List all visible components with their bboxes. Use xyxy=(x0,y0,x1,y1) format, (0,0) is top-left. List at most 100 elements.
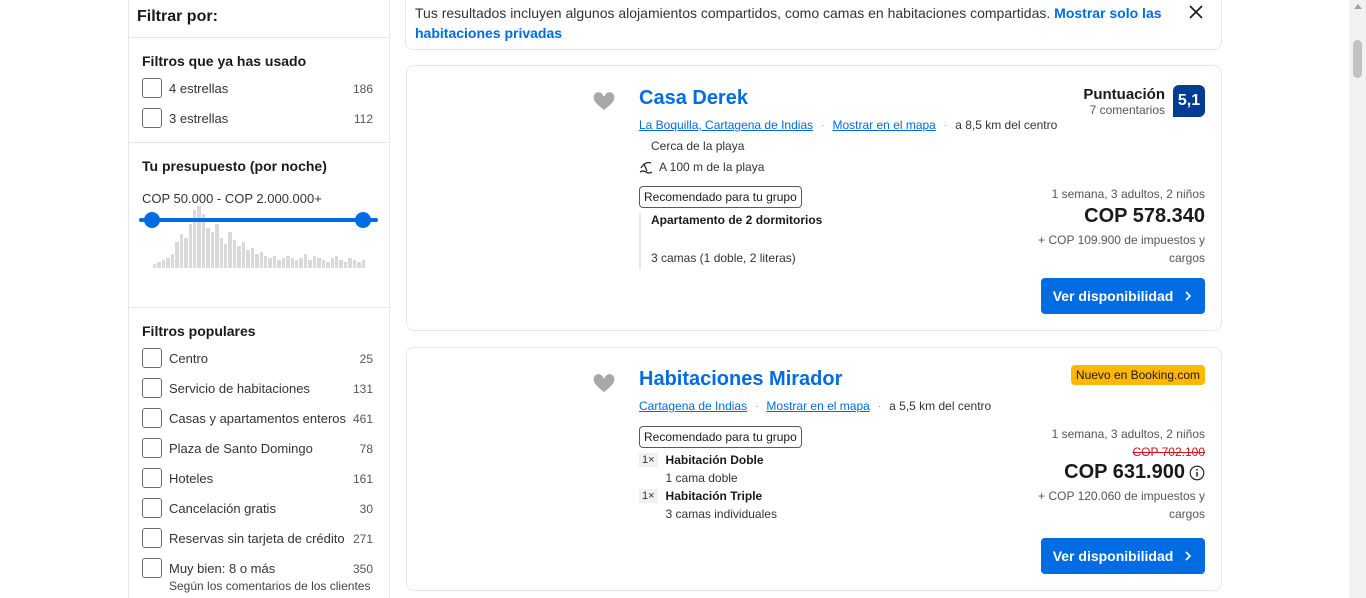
histogram-bar xyxy=(206,228,210,268)
separator: · xyxy=(943,119,948,131)
show-on-map-link[interactable]: Mostrar en el mapa xyxy=(766,399,869,413)
info-icon[interactable] xyxy=(1189,465,1205,481)
filter-room-service[interactable]: Servicio de habitaciones 131 xyxy=(142,373,376,403)
histogram-bar xyxy=(326,262,330,268)
show-on-map-link[interactable]: Mostrar en el mapa xyxy=(832,118,935,132)
stay-details: 1 semana, 3 adultos, 2 niños xyxy=(1051,187,1205,201)
price: COP 578.340 xyxy=(1038,205,1205,228)
room-quantity: 1× xyxy=(639,489,658,503)
histogram-bar xyxy=(263,256,268,268)
original-price: COP 702.100 xyxy=(1132,445,1206,459)
histogram-bar xyxy=(259,252,263,268)
filter-4-stars[interactable]: 4 estrellas 186 xyxy=(142,73,376,103)
room-info: Apartamento de 2 dormitorios 3 camas (1 … xyxy=(639,213,822,269)
filter-3-stars[interactable]: 3 estrellas 112 xyxy=(142,103,376,133)
histogram-bar xyxy=(321,260,326,268)
histogram-bar xyxy=(157,262,161,268)
checkbox[interactable] xyxy=(142,468,162,488)
shared-accommodation-notice: Tus resultados incluyen algunos alojamie… xyxy=(405,0,1222,50)
histogram-bar xyxy=(290,258,294,268)
beach-icon xyxy=(639,161,653,174)
separator: · xyxy=(877,400,882,412)
filter-count: 131 xyxy=(352,382,373,396)
price-histogram xyxy=(142,206,376,276)
beach-distance-text: A 100 m de la playa xyxy=(659,160,765,174)
filter-centro[interactable]: Centro 25 xyxy=(142,343,376,373)
filters-title: Filtrar por: xyxy=(129,0,389,38)
filter-label: 4 estrellas xyxy=(169,80,229,96)
price-max-handle[interactable] xyxy=(355,212,371,228)
see-availability-button[interactable]: Ver disponibilidad xyxy=(1041,538,1205,574)
close-icon[interactable] xyxy=(1187,3,1205,21)
review-summary[interactable]: Puntuación 7 comentarios xyxy=(1083,86,1165,117)
popular-filters-heading: Filtros populares xyxy=(142,323,256,339)
histogram-bar xyxy=(184,238,188,268)
filter-entire-homes[interactable]: Casas y apartamentos enteros 461 xyxy=(142,403,376,433)
new-on-booking-badge: Nuevo en Booking.com xyxy=(1070,365,1205,385)
budget-heading: Tu presupuesto (por noche) xyxy=(142,158,327,174)
budget-section: Tu presupuesto (por noche) COP 50.000 - … xyxy=(129,143,389,308)
checkbox[interactable] xyxy=(142,78,162,98)
notice-text: Tus resultados incluyen algunos alojamie… xyxy=(415,5,1051,21)
histogram-bars xyxy=(153,206,365,268)
histogram-bar xyxy=(339,260,343,268)
filter-count: 78 xyxy=(359,442,373,456)
property-title[interactable]: Casa Derek xyxy=(639,87,748,110)
filter-label: Hoteles xyxy=(169,470,214,486)
histogram-bar xyxy=(330,258,334,268)
filter-free-cancellation[interactable]: Cancelación gratis 30 xyxy=(142,493,376,523)
checkbox[interactable] xyxy=(142,378,162,398)
filter-plaza-santo-domingo[interactable]: Plaza de Santo Domingo 78 xyxy=(142,433,376,463)
property-card: Habitaciones Mirador Cartagena de Indias… xyxy=(406,347,1222,591)
filter-count: 461 xyxy=(352,412,373,426)
filter-label: 3 estrellas xyxy=(169,110,229,126)
histogram-bar xyxy=(357,262,361,268)
score-label: Puntuación xyxy=(1083,86,1165,103)
separator: · xyxy=(755,400,759,412)
chevron-right-icon xyxy=(1185,291,1192,301)
histogram-bar xyxy=(197,206,201,268)
filter-count: 161 xyxy=(352,472,373,486)
review-score[interactable]: 5,1 xyxy=(1173,85,1205,117)
checkbox[interactable] xyxy=(142,528,162,548)
room-quantity: 1× xyxy=(639,453,658,467)
scroll-up-arrow[interactable] xyxy=(1354,4,1362,9)
page-scrollbar[interactable] xyxy=(1349,0,1366,598)
see-availability-button[interactable]: Ver disponibilidad xyxy=(1041,278,1205,314)
histogram-bar xyxy=(268,258,272,268)
room-item: 1× Habitación Triple 3 camas individuale… xyxy=(639,489,777,521)
histogram-bar xyxy=(286,256,290,268)
histogram-bar xyxy=(246,250,250,268)
heart-icon[interactable] xyxy=(591,373,617,395)
price-block: 1 semana, 3 adultos, 2 niños COP 578.340… xyxy=(1038,187,1205,267)
scrollbar-thumb[interactable] xyxy=(1353,40,1362,78)
property-card: Casa Derek La Boquilla, Cartagena de Ind… xyxy=(406,65,1222,331)
histogram-bar xyxy=(303,254,308,268)
distance: a 8,5 km del centro xyxy=(955,118,1058,132)
checkbox[interactable] xyxy=(142,348,162,368)
filter-hotels[interactable]: Hoteles 161 xyxy=(142,463,376,493)
filter-no-credit-card[interactable]: Reservas sin tarjeta de crédito 271 xyxy=(142,523,376,553)
histogram-bar xyxy=(352,260,357,268)
heart-icon[interactable] xyxy=(591,91,617,113)
checkbox[interactable] xyxy=(142,498,162,518)
filter-label: Cancelación gratis xyxy=(169,500,276,516)
histogram-bar xyxy=(312,256,317,268)
filter-count: 112 xyxy=(353,112,373,126)
filter-very-good[interactable]: Muy bien: 8 o más 350 xyxy=(142,553,376,583)
filter-label: Reservas sin tarjeta de crédito xyxy=(169,530,345,546)
histogram-bar xyxy=(153,264,157,268)
property-title[interactable]: Habitaciones Mirador xyxy=(639,368,842,391)
checkbox[interactable] xyxy=(142,108,162,128)
button-label: Ver disponibilidad xyxy=(1052,288,1174,304)
checkbox[interactable] xyxy=(142,558,162,578)
location-link[interactable]: La Boquilla, Cartagena de Indias xyxy=(639,118,813,132)
checkbox[interactable] xyxy=(142,438,162,458)
histogram-bar xyxy=(166,258,170,268)
histogram-bar xyxy=(308,260,312,268)
histogram-bar xyxy=(228,232,232,268)
price-range-track[interactable] xyxy=(139,218,378,222)
price-min-handle[interactable] xyxy=(144,212,160,228)
checkbox[interactable] xyxy=(142,408,162,428)
location-link[interactable]: Cartagena de Indias xyxy=(639,399,747,413)
